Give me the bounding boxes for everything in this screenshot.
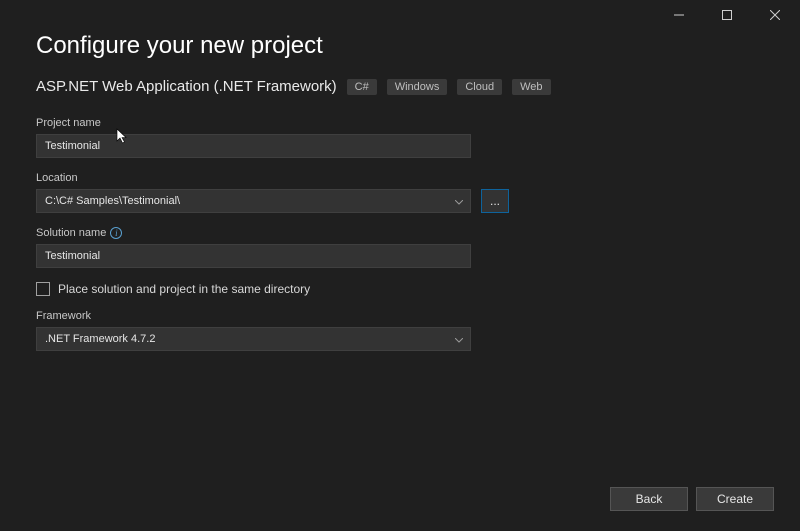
maximize-icon xyxy=(722,10,732,20)
same-directory-label: Place solution and project in the same d… xyxy=(58,282,310,296)
project-name-input[interactable] xyxy=(36,134,471,158)
project-type-title: ASP.NET Web Application (.NET Framework) xyxy=(36,78,337,95)
project-type-row: ASP.NET Web Application (.NET Framework)… xyxy=(36,78,764,95)
location-input[interactable] xyxy=(36,189,471,213)
same-directory-checkbox[interactable] xyxy=(36,282,50,296)
same-directory-row: Place solution and project in the same d… xyxy=(36,282,764,296)
create-button[interactable]: Create xyxy=(696,487,774,511)
tag-csharp: C# xyxy=(347,79,377,95)
minimize-button[interactable] xyxy=(656,0,702,30)
solution-name-input[interactable] xyxy=(36,244,471,268)
framework-select[interactable] xyxy=(36,327,471,351)
solution-name-field: Solution name i xyxy=(36,227,764,268)
tag-web: Web xyxy=(512,79,550,95)
minimize-icon xyxy=(674,10,684,20)
tag-windows: Windows xyxy=(387,79,448,95)
close-button[interactable] xyxy=(752,0,798,30)
browse-button[interactable]: ... xyxy=(481,189,509,213)
page-title: Configure your new project xyxy=(36,32,764,60)
tag-cloud: Cloud xyxy=(457,79,502,95)
location-label: Location xyxy=(36,172,764,184)
project-name-field: Project name xyxy=(36,117,764,158)
window-titlebar xyxy=(656,0,800,30)
project-name-label: Project name xyxy=(36,117,764,129)
main-content: Configure your new project ASP.NET Web A… xyxy=(36,32,764,463)
framework-label: Framework xyxy=(36,310,764,322)
solution-name-label: Solution name xyxy=(36,227,106,239)
framework-field: Framework xyxy=(36,310,764,351)
close-icon xyxy=(770,10,780,20)
info-icon[interactable]: i xyxy=(110,227,122,239)
footer-buttons: Back Create xyxy=(610,487,774,511)
maximize-button[interactable] xyxy=(704,0,750,30)
back-button[interactable]: Back xyxy=(610,487,688,511)
location-field: Location ... xyxy=(36,172,764,213)
